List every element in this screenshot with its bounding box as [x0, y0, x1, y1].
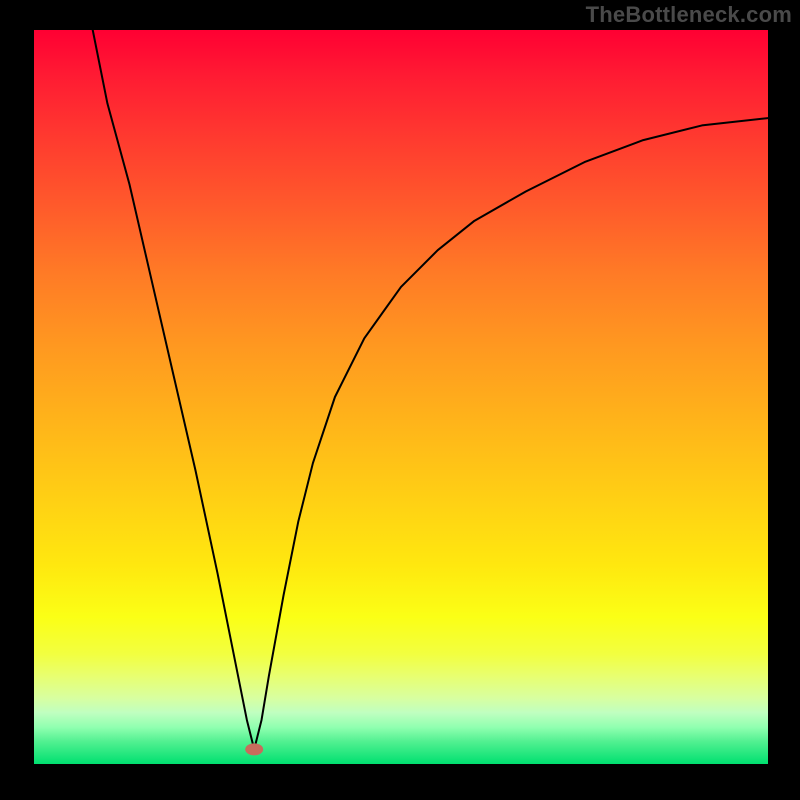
attribution-text: TheBottleneck.com	[586, 2, 792, 28]
curve-path	[93, 30, 768, 749]
min-marker	[245, 743, 263, 755]
chart-svg	[34, 30, 768, 764]
chart-frame: TheBottleneck.com	[0, 0, 800, 800]
plot-area	[34, 30, 768, 764]
